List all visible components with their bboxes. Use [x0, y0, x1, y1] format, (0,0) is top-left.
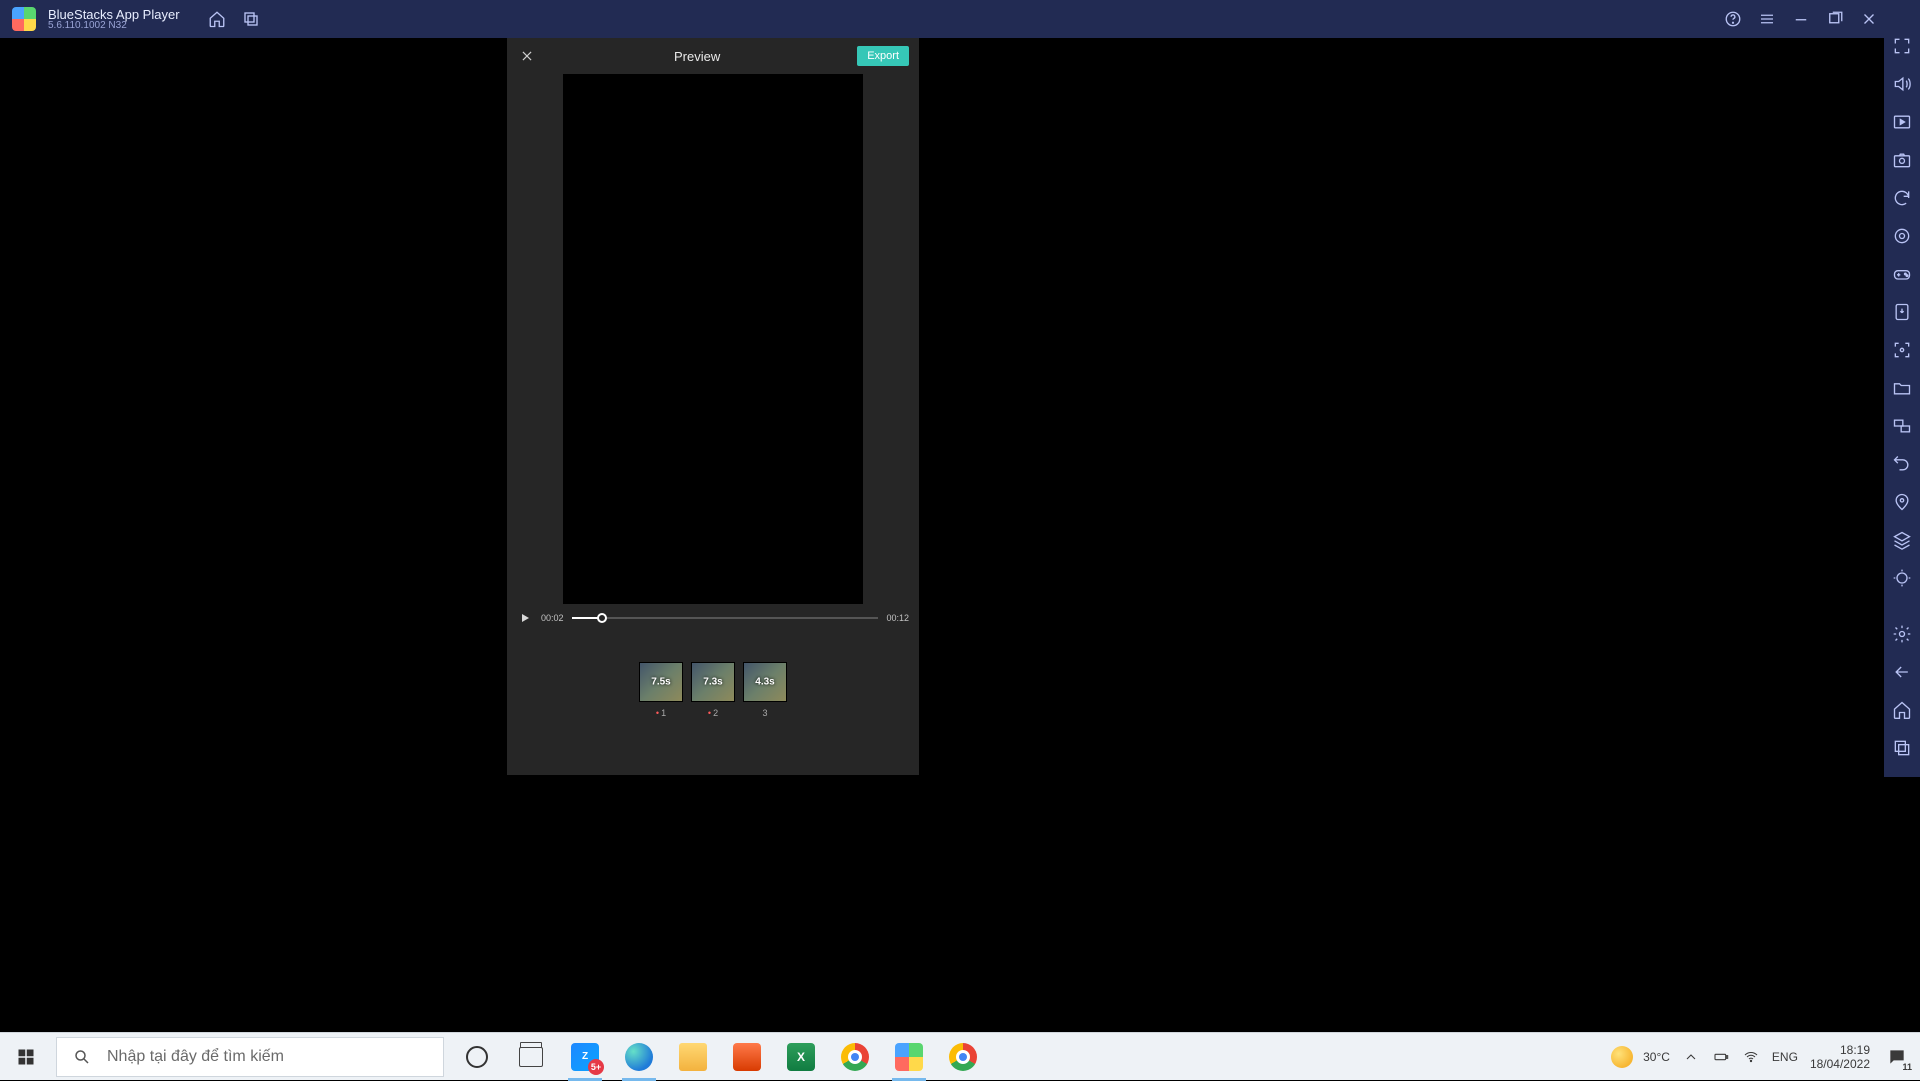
seek-track[interactable] [572, 617, 879, 619]
wifi-icon[interactable] [1742, 1048, 1760, 1066]
multi-instance-icon[interactable] [1891, 416, 1913, 436]
bluestacks-titlebar: BlueStacks App Player 5.6.110.1002 N32 [0, 0, 1420, 38]
bluestacks-sidepanel [1884, 0, 1920, 777]
app-viewport: Preview Export 00:02 00:12 7.5s 7.3s 4.3… [2, 38, 1418, 777]
system-tray: 30°C ENG 18:19 18/04/2022 11 [1611, 1033, 1920, 1081]
preview-close-icon[interactable] [517, 46, 537, 66]
file-explorer-icon[interactable] [666, 1033, 720, 1081]
windows-taskbar: Nhập tại đây để tìm kiếm Z 5+ X 30°C ENG… [0, 1032, 1920, 1080]
close-icon[interactable] [1852, 0, 1886, 38]
zalo-icon[interactable]: Z 5+ [558, 1033, 612, 1081]
notification-count: 11 [1902, 1062, 1912, 1072]
start-button[interactable] [0, 1033, 52, 1081]
clip-thumbnails: 7.5s 7.3s 4.3s [507, 662, 919, 702]
taskview-icon[interactable] [504, 1033, 558, 1081]
battery-icon[interactable] [1712, 1048, 1730, 1066]
weather-temp: 30°C [1643, 1050, 1670, 1064]
chrome-icon[interactable] [936, 1033, 990, 1081]
shake-icon[interactable] [1891, 568, 1913, 588]
clip-thumb[interactable]: 7.5s [639, 662, 683, 702]
taskbar-pinned-apps: Z 5+ X [450, 1033, 990, 1081]
recent-apps-icon[interactable] [234, 0, 268, 38]
export-button[interactable]: Export [857, 46, 909, 66]
search-icon [73, 1048, 91, 1066]
clip-index: 3 [743, 708, 787, 718]
clip-index: •2 [691, 708, 735, 718]
weather-widget[interactable]: 30°C [1611, 1046, 1670, 1068]
bluestacks-logo-icon [12, 7, 36, 31]
android-home-icon[interactable] [1891, 700, 1913, 720]
seek-knob-icon[interactable] [597, 613, 607, 623]
screenshot-camera-icon[interactable] [1891, 150, 1913, 170]
tray-overflow-icon[interactable] [1682, 1048, 1700, 1066]
zalo-badge: 5+ [588, 1059, 604, 1075]
chrome-icon[interactable] [828, 1033, 882, 1081]
cortana-icon[interactable] [450, 1033, 504, 1081]
media-folder-icon[interactable] [1891, 378, 1913, 398]
media-player-icon[interactable] [1891, 112, 1913, 132]
ime-lang: ENG [1772, 1050, 1798, 1064]
ime-indicator[interactable]: ENG [1772, 1050, 1798, 1064]
play-button-icon[interactable] [517, 610, 533, 626]
action-center-icon[interactable]: 11 [1882, 1042, 1912, 1072]
location-pin-icon[interactable] [1891, 492, 1913, 512]
home-icon[interactable] [200, 0, 234, 38]
excel-icon[interactable]: X [774, 1033, 828, 1081]
clip-index: •1 [639, 708, 683, 718]
office-icon[interactable] [720, 1033, 774, 1081]
clip-thumb[interactable]: 7.3s [691, 662, 735, 702]
preview-panel: Preview Export 00:02 00:12 7.5s 7.3s 4.3… [507, 38, 919, 775]
app-version: 5.6.110.1002 N32 [48, 20, 180, 31]
playback-controls: 00:02 00:12 [507, 604, 919, 632]
clock[interactable]: 18:19 18/04/2022 [1810, 1043, 1870, 1071]
maximize-icon[interactable] [1818, 0, 1852, 38]
rotate-icon[interactable] [1891, 454, 1913, 474]
time-current: 00:02 [541, 613, 564, 623]
target-lock-icon[interactable] [1891, 226, 1913, 246]
volume-icon[interactable] [1891, 74, 1913, 94]
fullscreen-icon[interactable] [1891, 36, 1913, 56]
window-controls [1420, 0, 1920, 38]
time-duration: 00:12 [886, 613, 909, 623]
clip-index-row: •1 •2 3 [507, 708, 919, 718]
hamburger-menu-icon[interactable] [1750, 0, 1784, 38]
time: 18:19 [1840, 1043, 1870, 1057]
help-icon[interactable] [1716, 0, 1750, 38]
edge-icon[interactable] [612, 1033, 666, 1081]
weather-icon [1611, 1046, 1633, 1068]
bluestacks-taskbar-icon[interactable] [882, 1033, 936, 1081]
preview-title: Preview [537, 49, 857, 64]
capture-region-icon[interactable] [1891, 340, 1913, 360]
game-controls-icon[interactable] [1891, 264, 1913, 284]
preview-video-area [563, 74, 863, 604]
minimize-icon[interactable] [1784, 0, 1818, 38]
layers-icon[interactable] [1891, 530, 1913, 550]
android-recent-icon[interactable] [1891, 738, 1913, 758]
install-apk-icon[interactable] [1891, 302, 1913, 322]
clip-thumb[interactable]: 4.3s [743, 662, 787, 702]
taskbar-search[interactable]: Nhập tại đây để tìm kiếm [56, 1037, 444, 1077]
settings-gear-icon[interactable] [1891, 624, 1913, 644]
date: 18/04/2022 [1810, 1057, 1870, 1071]
back-arrow-icon[interactable] [1891, 662, 1913, 682]
preview-header: Preview Export [507, 38, 919, 74]
sync-icon[interactable] [1891, 188, 1913, 208]
search-placeholder: Nhập tại đây để tìm kiếm [107, 1048, 284, 1066]
